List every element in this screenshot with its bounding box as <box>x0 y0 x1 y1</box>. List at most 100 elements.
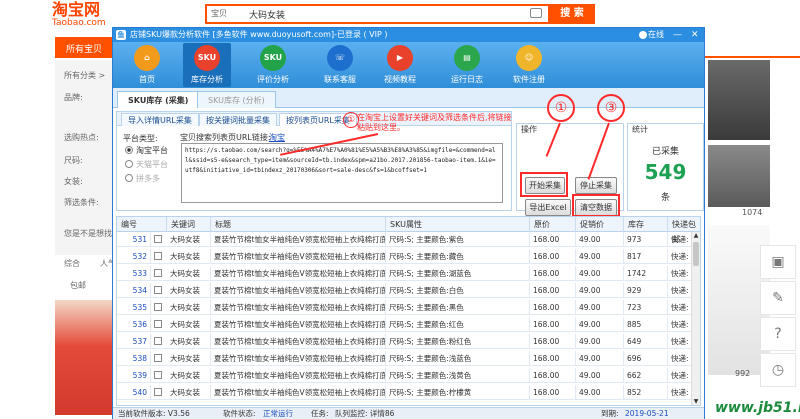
table-row[interactable]: 537 大码女装 夏装竹节棉t恤女半袖纯色V领宽松短袖上衣纯棉打底… 尺码:S; 主要… <box>117 334 700 349</box>
col-promo[interactable]: 促销价 <box>576 217 624 232</box>
cell-sku: 尺码:S; 主要颜色:黑色 <box>386 300 530 315</box>
table-row[interactable]: 535 大码女装 夏装竹节棉t恤女半袖纯色V领宽松短袖上衣纯棉打底… 尺码:S; 主要… <box>117 300 700 315</box>
cell-id: 537 <box>117 334 151 349</box>
annotation-box-start <box>520 172 568 197</box>
product-image[interactable] <box>55 300 115 415</box>
taobao-logo-sub: Taobao.com <box>52 18 106 28</box>
col-keyword[interactable]: 关键词 <box>167 217 211 232</box>
col-stock[interactable]: 库存 <box>624 217 668 232</box>
cell-promo: 49.00 <box>576 249 624 264</box>
row-checkbox[interactable] <box>154 320 162 328</box>
stop-collect-button[interactable]: 停止采集 <box>575 177 617 194</box>
row-checkbox[interactable] <box>154 286 162 294</box>
cell-shipping: 快递: 0 <box>668 283 693 298</box>
taobao-logo[interactable]: 淘宝网 <box>52 2 100 18</box>
close-icon[interactable]: ✕ <box>691 29 699 41</box>
col-sku[interactable]: SKU属性 <box>386 217 530 232</box>
table-row[interactable]: 540 大码女装 夏装竹节棉t恤女半袖纯色V领宽松短袖上衣纯棉打底… 尺码:S; 主要… <box>117 385 700 400</box>
cell-sku: 尺码:S; 主要颜色:浅黄色 <box>386 368 530 383</box>
nav-all-items-label: 所有宝贝 <box>66 45 103 55</box>
grid-scrollbar[interactable]: ▲ ▼ <box>691 232 700 405</box>
search-input[interactable]: 大码女装 <box>249 8 285 21</box>
camera-icon[interactable] <box>530 8 542 18</box>
product-image[interactable] <box>708 145 770 207</box>
sales-count: 992 <box>735 369 751 378</box>
row-checkbox[interactable] <box>154 354 162 362</box>
filter-size[interactable]: 尺码: <box>64 155 83 166</box>
row-checkbox[interactable] <box>154 269 162 277</box>
filter-suggest[interactable]: 您是不是想找: <box>64 228 115 239</box>
toolbar-review-analysis[interactable]: SKU 评价分析 <box>249 43 297 87</box>
platform-pdd[interactable]: 拼多多 <box>125 173 160 184</box>
toolbar-stock-analysis[interactable]: SKU 库存分析 <box>183 43 231 87</box>
toolbar-label: 联系客服 <box>324 75 356 84</box>
filter-women[interactable]: 女装: <box>64 176 83 187</box>
edit-icon[interactable]: ✎ <box>760 281 796 315</box>
platform-tmall[interactable]: 天猫平台 <box>125 159 168 170</box>
filter-hot[interactable]: 选购热点: <box>64 132 99 143</box>
toolbar-home[interactable]: ⌂ 首页 <box>123 43 171 87</box>
cell-id: 539 <box>117 368 151 383</box>
table-row[interactable]: 531 大码女装 夏装竹节棉t恤女半袖纯色V领宽松短袖上衣纯棉打底… 尺码:S; 主要… <box>117 232 700 247</box>
title-bar[interactable]: 鱼 店铺SKU爆款分析软件 [多鱼软件 www.duoyusoft.com]-已… <box>113 28 704 42</box>
toolbar-service[interactable]: ☏ 联系客服 <box>316 43 364 87</box>
search-category[interactable]: 宝贝 <box>211 8 227 19</box>
filter-brand[interactable]: 品牌: <box>64 92 83 103</box>
collected-label: 已采集 <box>651 147 679 157</box>
row-checkbox[interactable] <box>154 388 162 396</box>
cell-promo: 49.00 <box>576 385 624 400</box>
table-row[interactable]: 538 大码女装 夏装竹节棉t恤女半袖纯色V领宽松短袖上衣纯棉打底… 尺码:S; 主要… <box>117 351 700 366</box>
cell-keyword: 大码女装 <box>167 385 211 400</box>
cell-stock: 817 <box>624 249 668 264</box>
minimize-icon[interactable]: — <box>673 29 682 41</box>
export-excel-button[interactable]: 导出Excel <box>525 199 571 216</box>
tab-sku-collect[interactable]: SKU库存 (采集) <box>117 91 200 108</box>
col-id[interactable]: 编号 <box>117 217 167 232</box>
cell-stock: 885 <box>624 317 668 332</box>
table-row[interactable]: 534 大码女装 夏装竹节棉t恤女半袖纯色V领宽松短袖上衣纯棉打底… 尺码:S; 主要… <box>117 283 700 298</box>
product-image[interactable] <box>708 60 770 140</box>
watermark: www.jb51.net <box>715 400 800 416</box>
gift-icon[interactable]: ▣ <box>760 245 796 279</box>
scroll-up-icon[interactable]: ▲ <box>692 232 700 241</box>
filter-all-categories[interactable]: 所有分类 > <box>64 70 105 81</box>
row-checkbox[interactable] <box>154 303 162 311</box>
radio-pdd[interactable] <box>125 174 133 182</box>
url-textarea[interactable]: https://s.taobao.com/search?q=%E5%A4%A7%… <box>181 143 503 203</box>
table-row[interactable]: 532 大码女装 夏装竹节棉t恤女半袖纯色V领宽松短袖上衣纯棉打底… 尺码:S; 主要… <box>117 249 700 264</box>
col-title[interactable]: 标题 <box>211 217 386 232</box>
row-checkbox[interactable] <box>154 337 162 345</box>
scroll-thumb[interactable] <box>693 242 699 266</box>
table-row[interactable]: 539 大码女装 夏装竹节棉t恤女半袖纯色V领宽松短袖上衣纯棉打底… 尺码:S; 主要… <box>117 368 700 383</box>
subtab-import-url[interactable]: 导入详情URL采集 <box>121 113 199 126</box>
filter-conditions[interactable]: 筛选条件: <box>64 197 99 208</box>
taobao-link[interactable]: 淘宝 <box>269 132 285 143</box>
toolbar-register[interactable]: ☺ 软件注册 <box>505 43 553 87</box>
help-icon[interactable]: ? <box>760 317 796 351</box>
tab-sku-analyze[interactable]: SKU库存 (分析) <box>197 91 276 108</box>
row-checkbox[interactable] <box>154 235 162 243</box>
register-icon: ☺ <box>516 45 542 71</box>
toolbar-log[interactable]: ▤ 运行日志 <box>443 43 491 87</box>
state-label: 软件状态: <box>223 409 256 418</box>
platform-taobao[interactable]: 淘宝平台 <box>125 145 168 156</box>
toolbar-video[interactable]: ▶ 视频教程 <box>376 43 424 87</box>
table-row[interactable]: 536 大码女装 夏装竹节棉t恤女半袖纯色V领宽松短袖上衣纯棉打底… 尺码:S; 主要… <box>117 317 700 332</box>
table-row[interactable]: 533 大码女装 夏装竹节棉t恤女半袖纯色V领宽松短袖上衣纯棉打底… 尺码:S; 主要… <box>117 266 700 281</box>
col-price[interactable]: 原价 <box>530 217 576 232</box>
cell-title: 夏装竹节棉t恤女半袖纯色V领宽松短袖上衣纯棉打底… <box>211 351 386 366</box>
clock-icon[interactable]: ◷ <box>760 353 796 387</box>
scroll-down-icon[interactable]: ▼ <box>692 398 700 405</box>
sort-free-shipping[interactable]: 包邮 <box>70 280 86 291</box>
cell-price: 168.00 <box>530 300 576 315</box>
row-checkbox[interactable] <box>154 252 162 260</box>
subtab-keyword[interactable]: 按关键词批量采集 <box>199 113 277 126</box>
radio-tmall[interactable] <box>125 160 133 168</box>
taobao-search-box[interactable]: 宝贝 大码女装 <box>205 4 550 24</box>
col-shipping[interactable]: 快递包邮 <box>668 217 700 244</box>
row-checkbox[interactable] <box>154 371 162 379</box>
search-button[interactable]: 搜 索 <box>549 4 595 24</box>
radio-taobao[interactable] <box>125 146 133 154</box>
sort-default[interactable]: 综合 <box>64 258 80 269</box>
cell-keyword: 大码女装 <box>167 334 211 349</box>
